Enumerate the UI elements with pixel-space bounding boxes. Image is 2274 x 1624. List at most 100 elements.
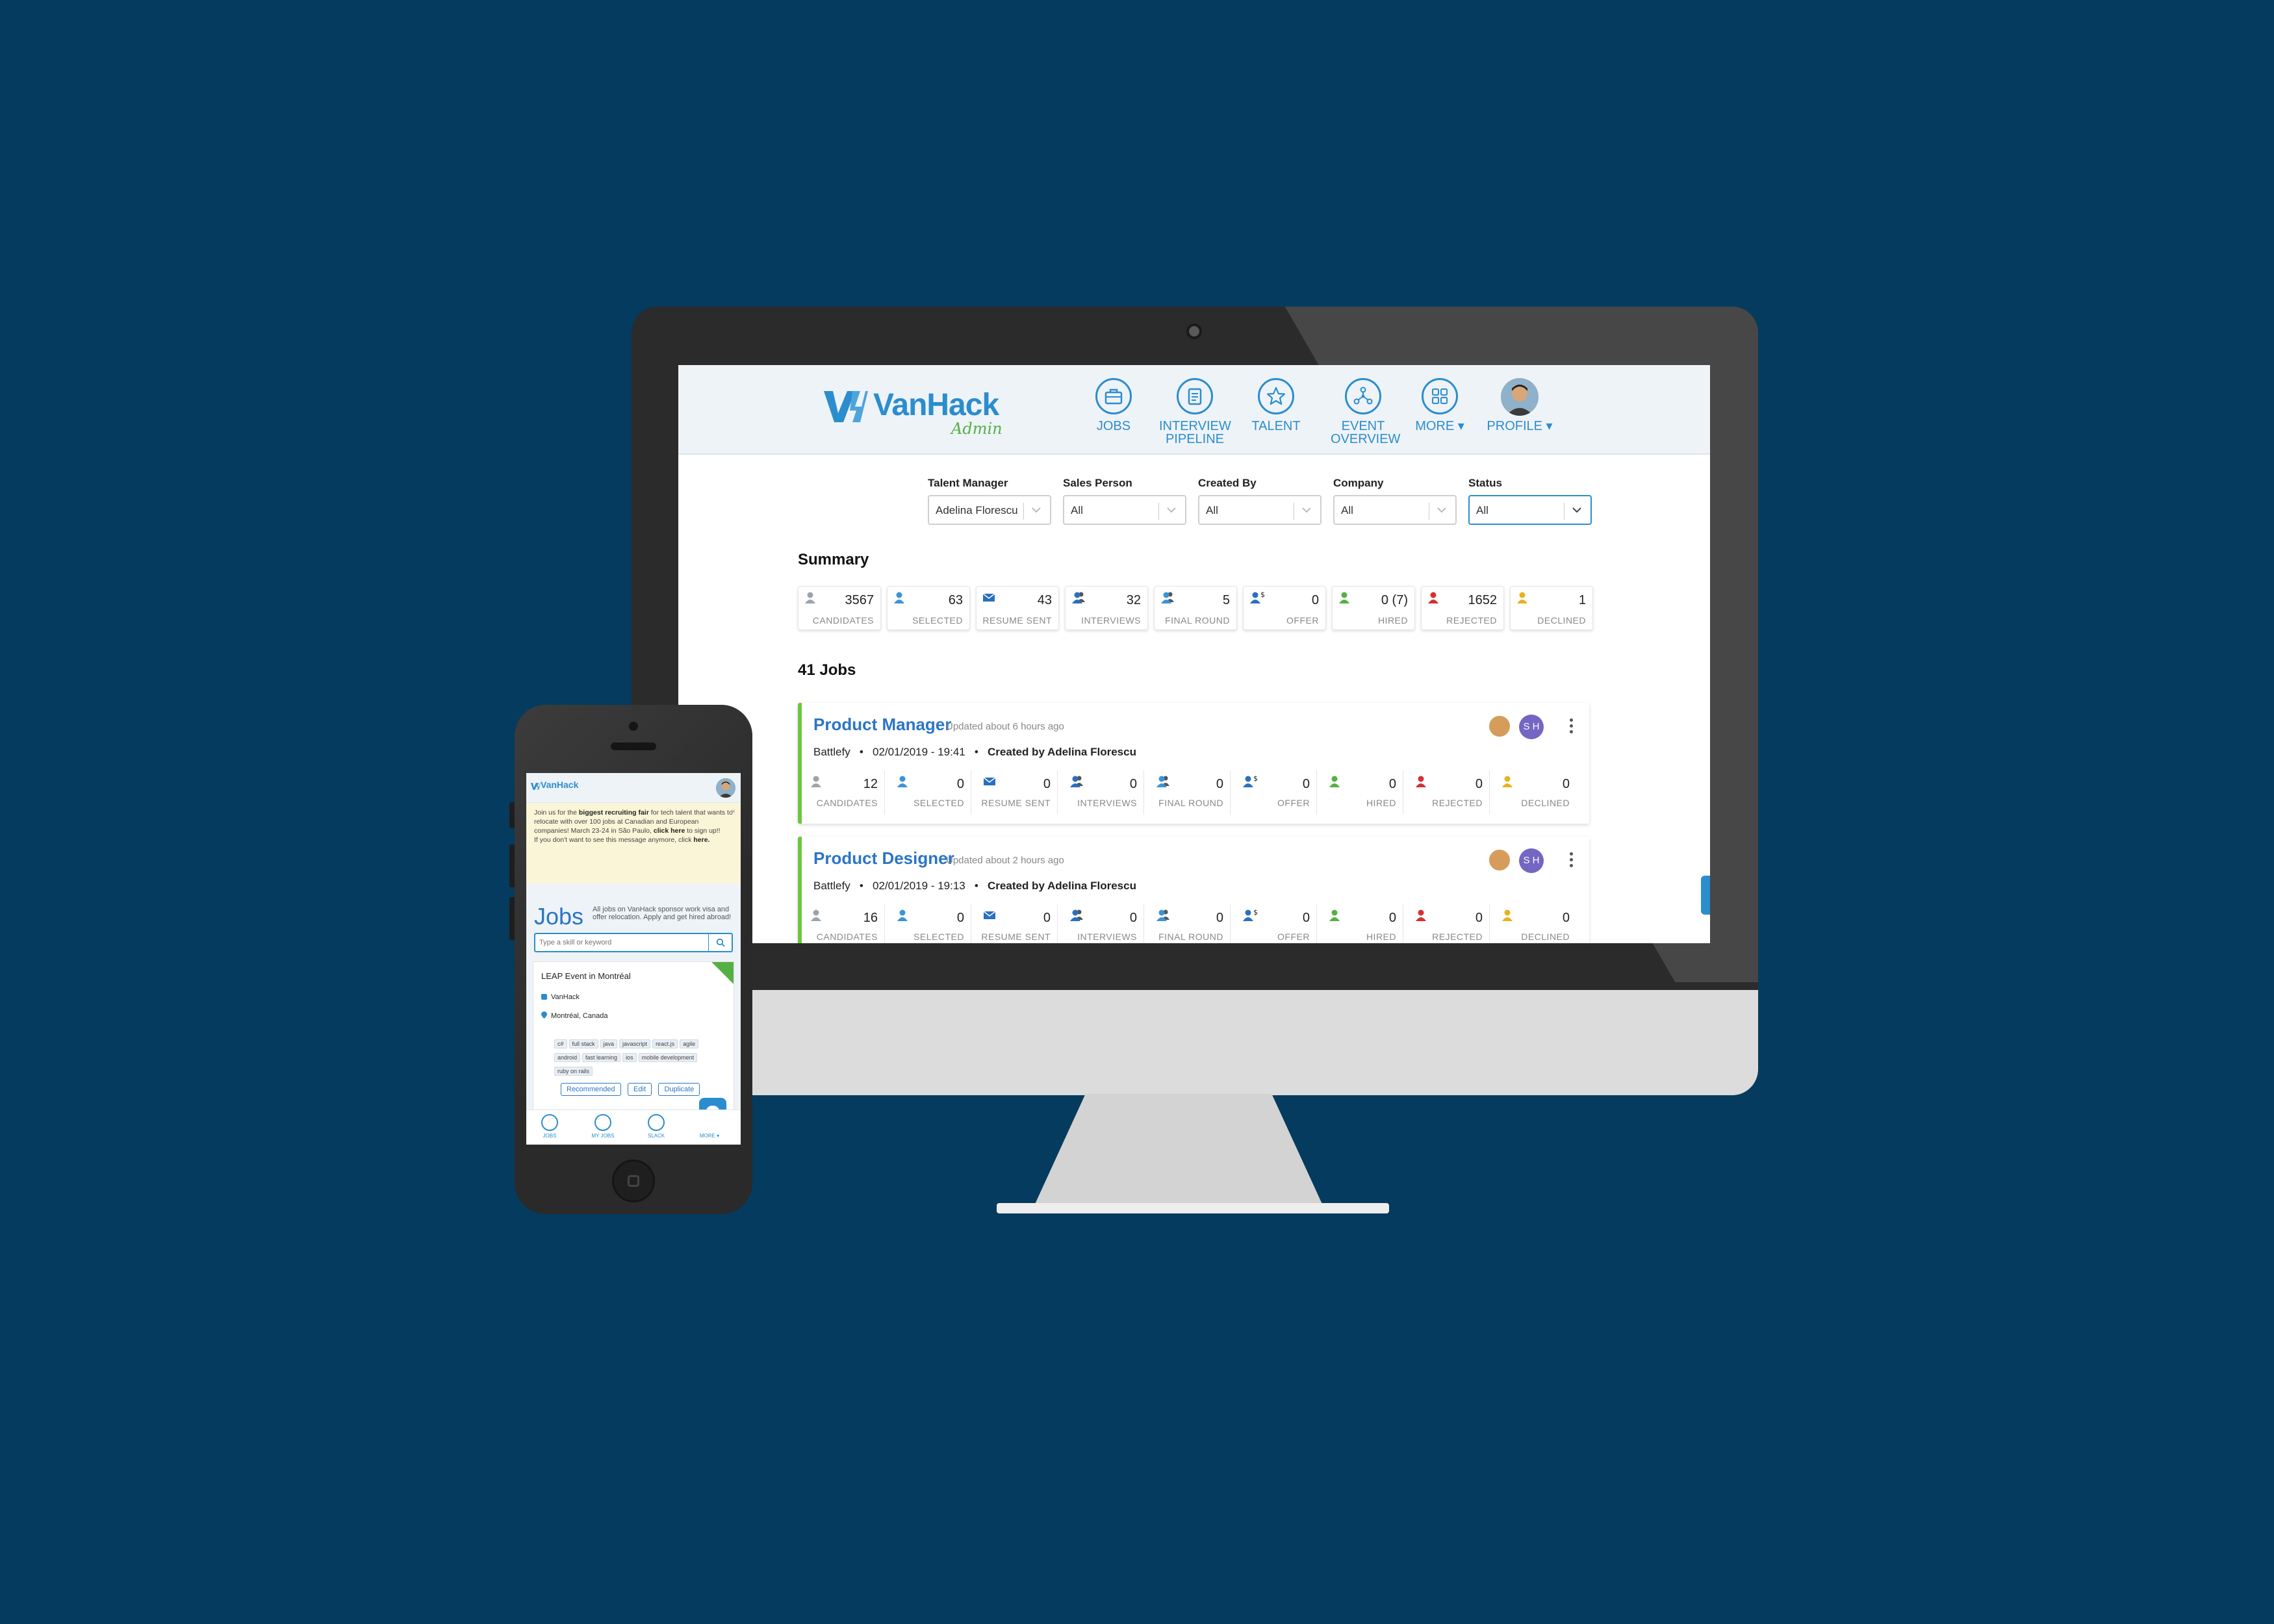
summary-label: HIRED (1377, 615, 1408, 626)
job-stat-rejected[interactable]: 0 REJECTED (1407, 904, 1490, 943)
nav-talent[interactable]: TALENT (1249, 378, 1303, 433)
tab-more[interactable]: MORE ▾ (690, 1114, 729, 1139)
more-options-icon[interactable] (1570, 718, 1574, 736)
nav-profile[interactable]: PROFILE ▾ (1484, 378, 1555, 433)
job-stat-resume-sent[interactable]: 0 RESUME SENT (975, 770, 1058, 815)
job-stat-selected[interactable]: 0 SELECTED (888, 770, 971, 815)
mobile-logo[interactable]: VanHack (541, 780, 578, 790)
stat-label: INTERVIEWS (1077, 932, 1137, 942)
job-stat-offer[interactable]: $0 OFFER (1234, 770, 1317, 815)
assignee-initials[interactable]: S H (1519, 848, 1544, 873)
stat-value: 0 (1043, 777, 1051, 791)
summary-card-rejected[interactable]: 1652 REJECTED (1421, 586, 1504, 630)
skill-tag[interactable]: full stack (568, 1039, 598, 1048)
company-select[interactable]: All (1333, 495, 1457, 525)
stat-label: SELECTED (913, 932, 964, 942)
sales-person-select[interactable]: All (1063, 495, 1186, 525)
grid-icon (1422, 378, 1458, 414)
skill-tag[interactable]: agile (680, 1039, 699, 1048)
job-card[interactable]: Product Manager Updated about 6 hours ag… (798, 703, 1589, 824)
edit-button[interactable]: Edit (628, 1083, 652, 1096)
job-title-link[interactable]: Product Manager (813, 715, 951, 735)
skill-tag[interactable]: android (554, 1053, 581, 1062)
home-button[interactable] (612, 1160, 655, 1202)
summary-value: 1652 (1468, 593, 1498, 607)
job-title-link[interactable]: Product Designer (813, 848, 954, 869)
more-options-icon[interactable] (1570, 852, 1574, 870)
close-icon[interactable]: × (731, 807, 735, 816)
summary-card-selected[interactable]: 63 SELECTED (887, 586, 970, 630)
job-stat-final-round[interactable]: 0 FINAL ROUND (1147, 904, 1231, 943)
job-stat-candidates[interactable]: 12 CANDIDATES (802, 770, 885, 815)
tab-my-jobs[interactable]: MY JOBS (583, 1114, 622, 1139)
assignee-avatar[interactable] (1488, 848, 1511, 872)
skill-tag[interactable]: javascript (619, 1039, 651, 1048)
banner-text: to sign up!! (685, 827, 721, 835)
stat-label: RESUME SENT (981, 798, 1051, 808)
skill-tag[interactable]: c# (554, 1039, 567, 1048)
recommended-button[interactable]: Recommended (561, 1083, 621, 1096)
nav-jobs[interactable]: JOBS (1094, 378, 1133, 433)
clipboard-icon (594, 1114, 611, 1131)
summary-card-offer[interactable]: $0 OFFER (1243, 586, 1326, 630)
job-stat-candidates[interactable]: 16 CANDIDATES (802, 904, 885, 943)
job-title[interactable]: LEAP Event in Montréal (541, 971, 631, 981)
slack-icon (648, 1114, 665, 1131)
mobile-profile-avatar[interactable] (716, 778, 735, 798)
search-input[interactable] (535, 934, 704, 951)
job-company: Battlefy (813, 880, 850, 892)
summary-card-candidates[interactable]: 3567 CANDIDATES (798, 586, 881, 630)
job-stat-interviews[interactable]: 0 INTERVIEWS (1061, 904, 1144, 943)
skill-tag[interactable]: mobile development (638, 1053, 698, 1062)
job-stat-rejected[interactable]: 0 REJECTED (1407, 770, 1490, 815)
skill-tag[interactable]: ruby on rails (554, 1067, 593, 1076)
job-stat-declined[interactable]: 0 DECLINED (1493, 904, 1576, 943)
stat-label: INTERVIEWS (1077, 798, 1137, 808)
job-stat-resume-sent[interactable]: 0 RESUME SENT (975, 904, 1058, 943)
offer-icon: $ (1242, 908, 1258, 926)
stat-label: OFFER (1277, 932, 1310, 942)
job-stat-declined[interactable]: 0 DECLINED (1493, 770, 1576, 815)
nav-interview-pipeline[interactable]: INTERVIEW PIPELINE (1159, 378, 1231, 446)
summary-card-declined[interactable]: 1 DECLINED (1510, 586, 1593, 630)
status-select[interactable]: All (1468, 495, 1592, 525)
nav-profile-label: PROFILE ▾ (1487, 419, 1553, 433)
job-stat-hired[interactable]: 0 HIRED (1320, 770, 1403, 815)
job-stat-offer[interactable]: $0 OFFER (1234, 904, 1317, 943)
duplicate-button[interactable]: Duplicate (658, 1083, 700, 1096)
person-icon (1516, 590, 1530, 608)
tab-jobs[interactable]: JOBS (530, 1114, 569, 1139)
summary-card-hired[interactable]: 0 (7) HIRED (1332, 586, 1415, 630)
skill-tag[interactable]: ios (622, 1053, 637, 1062)
stat-value: 0 (1129, 777, 1137, 791)
summary-label: OFFER (1286, 615, 1319, 626)
skill-tag[interactable]: fast learning (582, 1053, 621, 1062)
vanhack-logo[interactable]: VanHack Admin (821, 382, 1016, 438)
assignee-avatar[interactable] (1488, 715, 1511, 738)
clipboard-icon (1177, 378, 1213, 414)
nav-more[interactable]: MORE ▾ (1414, 378, 1466, 433)
scrollbar-handle[interactable] (1701, 876, 1710, 915)
skill-tag[interactable]: react.js (652, 1039, 678, 1048)
assignee-initials[interactable]: S H (1519, 715, 1544, 739)
job-stat-selected[interactable]: 0 SELECTED (888, 904, 971, 943)
job-card[interactable]: Product Designer Updated about 2 hours a… (798, 837, 1589, 943)
tab-slack[interactable]: SLACK (637, 1114, 676, 1139)
banner-signup-link[interactable]: click here (654, 827, 685, 835)
filter-label: Talent Manager (928, 477, 1008, 489)
summary-card-final-round[interactable]: 5 FINAL ROUND (1154, 586, 1237, 630)
talent-manager-select[interactable]: Adelina Florescu (928, 495, 1051, 525)
stat-label: REJECTED (1432, 798, 1483, 808)
banner-dismiss-link[interactable]: here. (693, 836, 709, 844)
monitor-chin (632, 990, 1758, 1095)
job-stat-interviews[interactable]: 0 INTERVIEWS (1061, 770, 1144, 815)
nav-event-overview[interactable]: EVENT OVERVIEW (1331, 378, 1400, 446)
summary-card-resume-sent[interactable]: 43 RESUME SENT (976, 586, 1059, 630)
person-icon (1501, 774, 1515, 792)
summary-card-interviews[interactable]: 32 INTERVIEWS (1065, 586, 1148, 630)
created-by-select[interactable]: All (1198, 495, 1322, 525)
skill-tag[interactable]: java (600, 1039, 618, 1048)
job-stat-hired[interactable]: 0 HIRED (1320, 904, 1403, 943)
search-button[interactable] (708, 934, 732, 951)
job-stat-final-round[interactable]: 0 FINAL ROUND (1147, 770, 1231, 815)
